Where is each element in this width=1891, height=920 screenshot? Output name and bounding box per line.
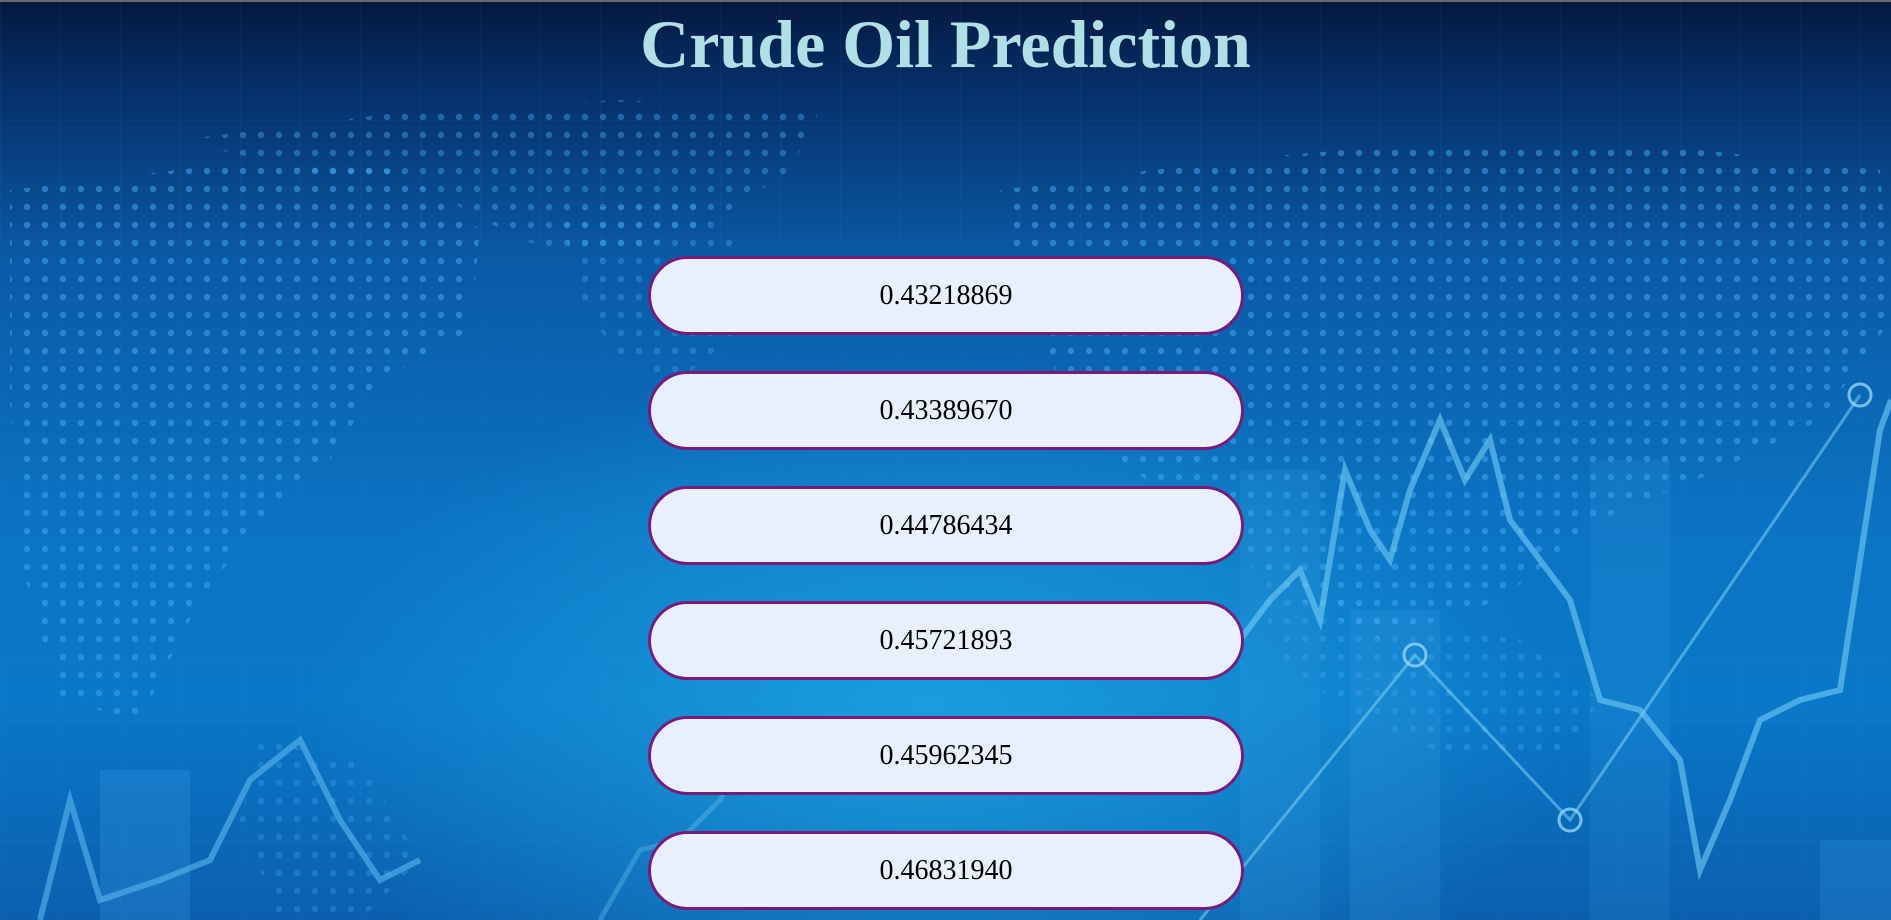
window-top-border (0, 0, 1891, 2)
prediction-value-2: 0.43389670 (648, 371, 1244, 450)
prediction-value-6: 0.46831940 (648, 831, 1244, 910)
prediction-value-5: 0.45962345 (648, 716, 1244, 795)
prediction-value-3: 0.44786434 (648, 486, 1244, 565)
prediction-value-1: 0.43218869 (648, 256, 1244, 335)
prediction-value-4: 0.45721893 (648, 601, 1244, 680)
page-title: Crude Oil Prediction (640, 6, 1251, 82)
